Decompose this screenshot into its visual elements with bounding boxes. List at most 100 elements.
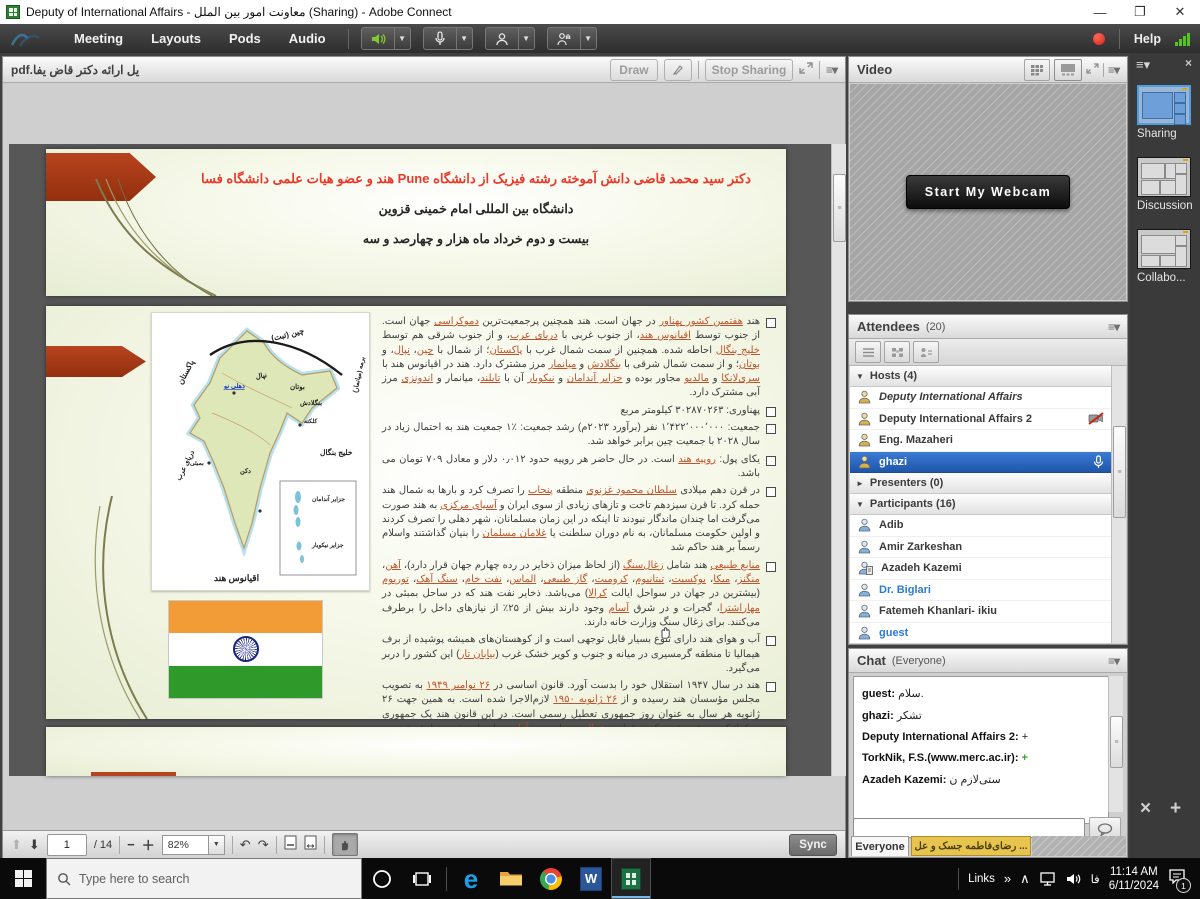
menu-layouts[interactable]: Layouts (137, 31, 215, 46)
participant-icon (858, 583, 871, 597)
page-up-icon[interactable]: ⬆ (11, 837, 22, 853)
draw-button[interactable]: Draw (610, 59, 658, 81)
attendee-group-presenters[interactable]: ►Presenters (0) (850, 473, 1112, 494)
attendees-list: ▼Hosts (4) Deputy International Affairs De… (850, 366, 1112, 643)
attendee-row[interactable]: Eng. Mazaheri (850, 430, 1112, 452)
list-view-icon[interactable] (855, 341, 881, 363)
chat-tab-private[interactable]: ... رضای‌فاطمه جسک و عل (911, 836, 1031, 856)
layout-sharing[interactable]: Sharing (1137, 85, 1191, 140)
share-pod-menu-icon[interactable]: ≡▾ (826, 63, 837, 77)
recording-indicator (1093, 33, 1105, 45)
pen-tool-button[interactable] (664, 59, 692, 81)
help-menu[interactable]: Help (1134, 32, 1161, 46)
attendee-row[interactable]: Azadeh Kazemi (850, 558, 1112, 580)
add-layout-icon[interactable]: + (1170, 798, 1181, 820)
microphone-dropdown[interactable]: ▼ (457, 27, 473, 50)
attendees-scrollbar-thumb[interactable]: ≡ (1113, 426, 1126, 518)
fit-width-icon[interactable] (304, 835, 317, 855)
chat-scrollbar-thumb[interactable]: ≡ (1110, 716, 1123, 768)
webcam-dropdown[interactable]: ▼ (519, 27, 535, 50)
start-webcam-button[interactable]: Start My Webcam (906, 175, 1070, 209)
attendee-row[interactable]: guest (850, 623, 1112, 644)
attendee-row[interactable]: ghazi (850, 452, 1112, 474)
cortana-icon[interactable] (362, 858, 402, 899)
links-toolbar[interactable]: Links (968, 873, 995, 885)
attendees-scrollbar[interactable]: ≡ (1111, 366, 1126, 643)
rotate-right-icon[interactable]: ↷ (258, 837, 269, 853)
hidden-icons-chevron[interactable]: ∧ (1020, 871, 1030, 887)
layout-discussion[interactable]: Discussion (1137, 157, 1193, 212)
breakout-view-icon[interactable] (884, 341, 910, 363)
raise-hand-dropdown[interactable]: ▼ (581, 27, 597, 50)
page-number-input[interactable] (47, 834, 87, 856)
taskbar-clock[interactable]: 11:14 AM 6/11/2024 (1109, 865, 1159, 893)
zoom-out-icon[interactable]: − (127, 837, 135, 852)
video-pod-menu-icon[interactable]: ≡▾ (1108, 63, 1119, 77)
word-icon[interactable]: W (571, 858, 611, 899)
map-label-nicobar: جزایر نیکوبار (311, 542, 344, 549)
zoom-dropdown-icon[interactable]: ▼ (209, 835, 225, 855)
taskbar-search[interactable]: Type here to search (46, 858, 362, 899)
menu-meeting[interactable]: Meeting (60, 31, 137, 46)
attendee-row[interactable]: Deputy International Affairs 2 (850, 409, 1112, 431)
file-explorer-icon[interactable] (491, 858, 531, 899)
webcam-button[interactable] (485, 27, 519, 50)
menu-pods[interactable]: Pods (215, 31, 275, 46)
minimize-button[interactable]: — (1080, 0, 1120, 24)
links-overflow-icon[interactable]: » (1004, 871, 1011, 886)
attendee-group-participants[interactable]: ▼Participants (16) (850, 494, 1112, 515)
action-center-icon[interactable]: 1 (1168, 868, 1186, 889)
stop-sharing-button[interactable]: Stop Sharing (705, 59, 793, 81)
attendee-row[interactable]: Dr. Biglari (850, 580, 1112, 602)
start-button[interactable] (0, 858, 46, 899)
layouts-menu-icon[interactable]: ≡▾ (1136, 57, 1150, 73)
network-icon[interactable] (1039, 872, 1057, 886)
raise-hand-button[interactable] (547, 27, 581, 50)
document-scrollbar-thumb[interactable]: ≡ (833, 174, 846, 242)
hand-tool-button[interactable] (332, 833, 358, 856)
speaker-button[interactable] (361, 27, 395, 50)
attendee-row[interactable]: Fatemeh Khanlari- ikiu (850, 601, 1112, 623)
attendee-group-hosts[interactable]: ▼Hosts (4) (850, 366, 1112, 387)
page-down-icon[interactable]: ⬇ (29, 837, 40, 853)
menu-audio[interactable]: Audio (275, 31, 340, 46)
fullscreen-icon[interactable] (799, 62, 813, 77)
chat-scrollbar[interactable]: ≡ (1108, 676, 1123, 812)
edge-icon[interactable]: e (451, 858, 491, 899)
attendee-name: Fatemeh Khanlari- ikiu (879, 605, 997, 617)
attendee-name: Eng. Mazaheri (879, 434, 953, 446)
chat-message-input[interactable] (853, 818, 1085, 838)
excel-icon[interactable] (611, 858, 651, 899)
rotate-left-icon[interactable]: ↶ (240, 837, 251, 853)
video-fullscreen-icon[interactable] (1086, 62, 1099, 77)
attendee-name: Deputy International Affairs 2 (879, 413, 1032, 425)
document-scrollbar[interactable]: ≡ (831, 144, 846, 776)
slide1-title: دکتر سید محمد قاضی دانش آموخته رشته فیزی… (186, 171, 766, 187)
remove-layout-icon[interactable]: × (1140, 798, 1151, 820)
layouts-close-icon[interactable]: × (1185, 56, 1192, 70)
filmstrip-view-icon[interactable] (1054, 59, 1082, 81)
sync-button[interactable]: Sync (789, 834, 837, 856)
zoom-select[interactable]: 82% ▼ (162, 835, 225, 855)
speaker-dropdown[interactable]: ▼ (395, 27, 411, 50)
task-view-icon[interactable] (402, 858, 442, 899)
attendee-row[interactable]: Deputy International Affairs (850, 387, 1112, 409)
attendee-row[interactable]: Amir Zarkeshan (850, 537, 1112, 559)
participant-icon (858, 626, 871, 640)
attendees-pod-menu-icon[interactable]: ≡▾ (1108, 320, 1119, 334)
volume-icon[interactable] (1066, 872, 1082, 886)
chrome-icon[interactable] (531, 858, 571, 899)
attendee-name: Deputy International Affairs (879, 391, 1023, 403)
zoom-in-icon[interactable]: ＋ (142, 835, 155, 854)
close-button[interactable]: ✕ (1160, 0, 1200, 24)
status-view-icon[interactable] (913, 341, 939, 363)
restore-button[interactable]: ❐ (1120, 0, 1160, 24)
microphone-button[interactable] (423, 27, 457, 50)
attendee-row[interactable]: Adib (850, 515, 1112, 537)
chat-pod-menu-icon[interactable]: ≡▾ (1108, 654, 1119, 668)
language-indicator[interactable]: فا (1091, 872, 1100, 886)
grid-view-icon[interactable] (1024, 59, 1050, 81)
chat-tab-everyone[interactable]: Everyone (851, 836, 909, 856)
fit-page-icon[interactable] (284, 835, 297, 855)
layout-collaboration[interactable]: Collabo... (1137, 229, 1191, 284)
